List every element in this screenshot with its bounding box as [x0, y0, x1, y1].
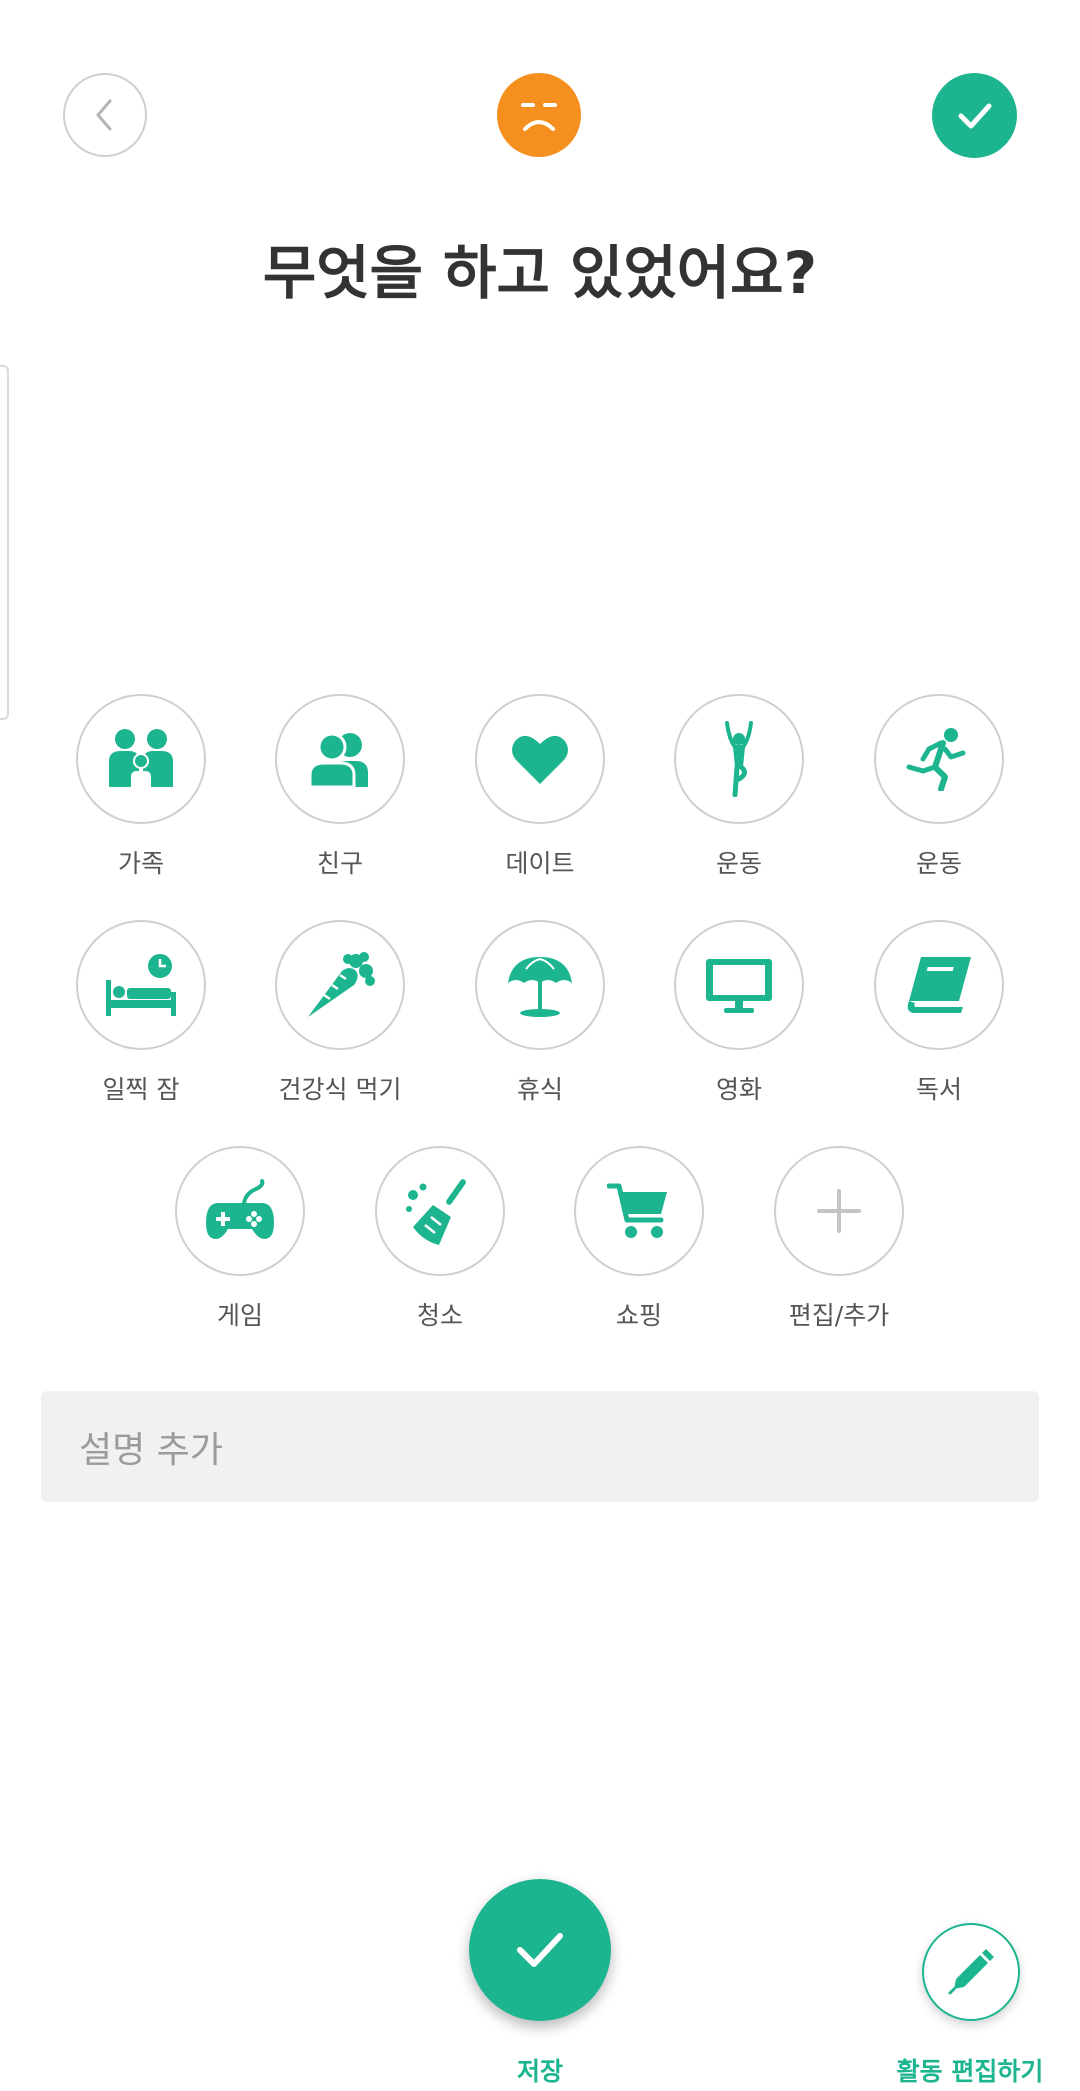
activity-label: 운동	[915, 849, 962, 878]
activity-label: 휴식	[516, 1075, 563, 1104]
activity-label: 쇼핑	[615, 1301, 662, 1330]
activity-label: 일찍 잠	[102, 1075, 180, 1104]
activity-label: 게임	[216, 1301, 263, 1330]
activity-exercise-yoga[interactable]: 운동	[639, 694, 839, 880]
beach-umbrella-icon	[508, 957, 572, 1017]
activity-label: 운동	[715, 849, 762, 878]
check-icon	[517, 1933, 563, 1967]
activity-label: 편집/추가	[788, 1301, 890, 1330]
done-button[interactable]	[932, 73, 1017, 158]
activity-shopping[interactable]: 쇼핑	[539, 1146, 739, 1332]
gamepad-icon	[206, 1179, 274, 1239]
edit-activities-label: 활동 편집하기	[896, 2057, 1044, 2086]
activity-cleaning[interactable]: 청소	[340, 1146, 540, 1332]
family-icon	[109, 729, 173, 787]
chevron-left-icon	[96, 99, 112, 131]
activity-friends[interactable]: 친구	[240, 694, 440, 880]
check-icon	[958, 103, 991, 128]
description-input[interactable]: 설명 추가	[41, 1391, 1039, 1502]
bed-clock-icon	[106, 954, 176, 1016]
save-label: 저장	[516, 2057, 563, 2086]
carrot-icon	[308, 952, 375, 1017]
sad-face-icon	[521, 103, 557, 131]
activity-edit-add[interactable]: 편집/추가	[739, 1146, 939, 1332]
activity-exercise-running[interactable]: 운동	[839, 694, 1039, 880]
activity-label: 건강식 먹기	[278, 1075, 402, 1104]
activity-healthy-eating[interactable]: 건강식 먹기	[240, 920, 440, 1106]
activity-family[interactable]: 가족	[41, 694, 241, 880]
pencil-icon	[948, 1949, 994, 1995]
heart-icon	[512, 735, 568, 784]
back-button[interactable]	[63, 73, 147, 157]
tv-icon	[706, 959, 772, 1013]
yoga-icon	[725, 721, 753, 797]
activity-movie[interactable]: 영화	[639, 920, 839, 1106]
activity-sleep-early[interactable]: 일찍 잠	[41, 920, 241, 1106]
activity-label: 청소	[416, 1301, 463, 1330]
broom-icon	[406, 1179, 466, 1245]
friends-icon	[308, 732, 368, 789]
mood-indicator[interactable]	[497, 73, 581, 157]
activity-label: 독서	[915, 1075, 962, 1104]
activity-date[interactable]: 데이트	[440, 694, 640, 880]
activity-label: 데이트	[505, 849, 575, 878]
cart-icon	[607, 1183, 667, 1238]
activity-label: 친구	[316, 849, 363, 878]
save-button[interactable]	[469, 1879, 611, 2021]
activity-label: 영화	[715, 1075, 762, 1104]
scrollbar[interactable]	[0, 365, 9, 720]
edit-activities-button[interactable]	[922, 1923, 1020, 2021]
book-icon	[907, 957, 971, 1013]
activity-reading[interactable]: 독서	[839, 920, 1039, 1106]
activity-label: 가족	[117, 849, 164, 878]
activity-rest[interactable]: 휴식	[440, 920, 640, 1106]
plus-icon	[817, 1189, 861, 1233]
page-title: 무엇을 하고 있었어요?	[262, 239, 818, 307]
activity-game[interactable]: 게임	[140, 1146, 340, 1332]
running-icon	[906, 728, 966, 791]
